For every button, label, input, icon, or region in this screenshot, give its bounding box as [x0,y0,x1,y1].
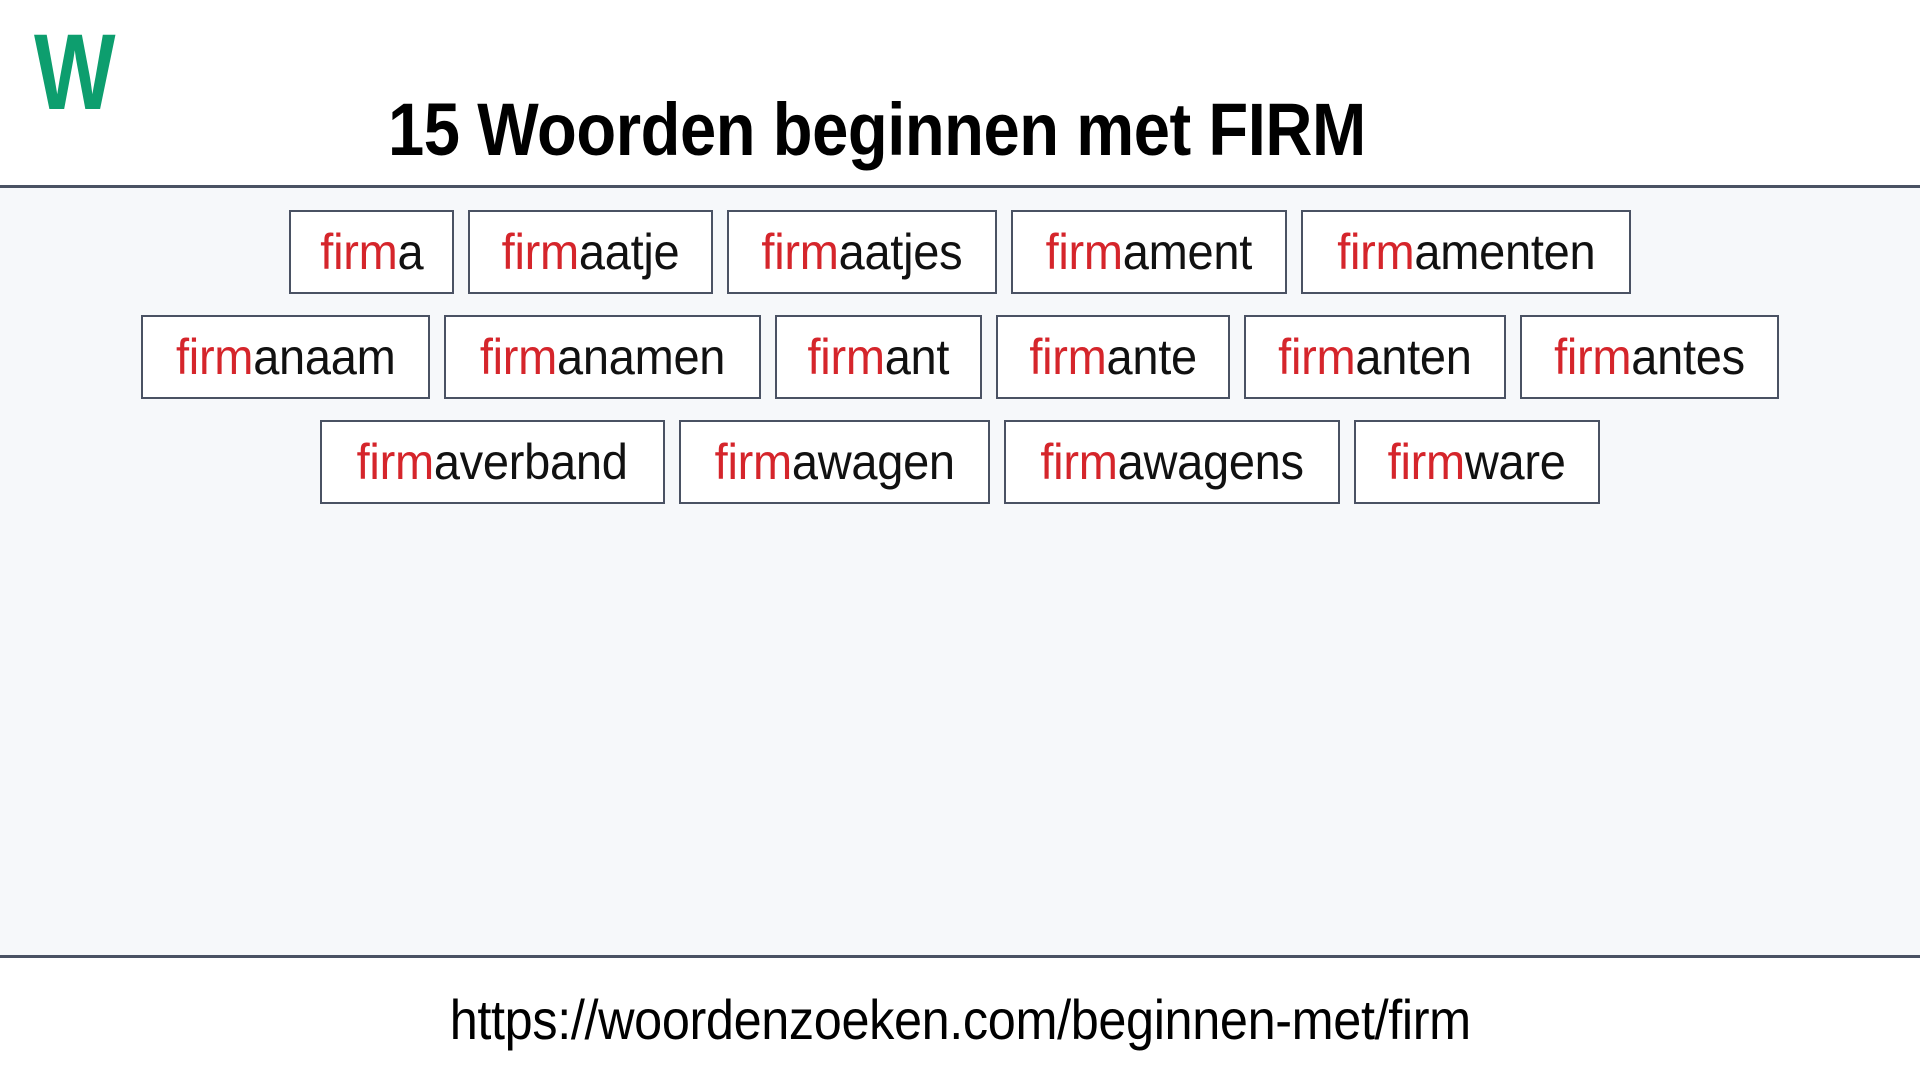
word-suffix: ant [885,329,950,385]
word-label: firmawagen [714,437,954,487]
word-box[interactable]: firmament [1011,210,1287,294]
word-suffix: a [397,224,424,280]
word-label: firmamenten [1337,227,1595,277]
word-prefix: firm [714,434,792,490]
word-suffix: ware [1465,434,1566,490]
word-label: firmawagens [1040,434,1305,490]
word-suffix: amenten [1414,224,1596,280]
word-prefix: firm [1387,434,1466,490]
word-box[interactable]: firmante [996,315,1231,399]
word-prefix: firm [807,329,886,385]
word-prefix: firm [357,434,435,490]
word-label: firma [320,227,423,277]
word-suffix: aatjes [838,224,963,280]
word-box[interactable]: firmanamen [444,315,762,399]
word-label: firmaverband [357,437,628,487]
word-suffix: ament [1122,224,1253,280]
word-box[interactable]: firmant [775,315,983,399]
word-label: firmanaam [175,329,396,385]
word-box[interactable]: firmamenten [1300,210,1632,294]
word-prefix: firm [1554,329,1632,385]
word-label: firmanamen [480,329,726,385]
word-label: firmaatjes [762,227,963,277]
word-suffix: awagen [791,434,955,490]
word-prefix: firm [501,224,580,280]
site-logo-w[interactable]: W [34,18,116,126]
word-suffix: anaam [253,329,396,385]
word-prefix: firm [1029,329,1107,385]
word-label: firmante [1030,332,1198,382]
source-url[interactable]: https://woordenzoeken.com/beginnen-met/f… [449,987,1470,1052]
word-row-2: firmanaam firmanamen firmant firmante firman… [0,315,1920,399]
word-box[interactable]: firmawagen [678,420,991,504]
word-label: firmantes [1554,332,1745,382]
word-row-1: firma firmaatje firmaatjes firmament firmame… [0,210,1920,294]
word-box[interactable]: firmawagens [1004,420,1341,504]
word-box[interactable]: firmantes [1520,315,1780,399]
word-suffix: antes [1631,329,1745,385]
word-suffix: aatje [579,224,680,280]
word-suffix: anten [1355,329,1472,385]
word-suffix: anamen [557,329,726,385]
word-suffix: ante [1106,329,1198,385]
page-title: 15 Woorden beginnen met FIRM [388,87,1366,171]
word-box[interactable]: firma [288,210,455,294]
word-box[interactable]: firmaatje [468,210,714,294]
word-prefix: firm [1336,224,1415,280]
word-list-area: firma firmaatje firmaatjes firmament firmame… [0,188,1920,958]
word-prefix: firm [1040,434,1118,490]
word-suffix: averband [434,434,628,490]
word-prefix: firm [1278,329,1356,385]
word-label: firmament [1045,224,1253,280]
word-box[interactable]: firmaverband [320,420,665,504]
word-box[interactable]: firmaatjes [727,210,998,294]
word-prefix: firm [1045,224,1123,280]
word-label: firmware [1388,437,1566,487]
word-prefix: firm [319,224,398,280]
word-row-3: firmaverband firmawagen firmawagens firmwar… [0,420,1920,504]
word-label: firmant [808,332,950,382]
word-prefix: firm [761,224,839,280]
word-box[interactable]: firmanten [1244,315,1507,399]
word-label: firmaatje [502,227,680,277]
word-box[interactable]: firmanaam [140,315,431,399]
word-suffix: awagens [1117,434,1304,490]
page-root: W 15 Woorden beginnen met FIRM firma firm… [0,0,1920,1080]
word-box[interactable]: firmware [1354,420,1600,504]
word-label: firmanten [1278,329,1473,385]
page-footer: https://woordenzoeken.com/beginnen-met/f… [0,958,1920,1080]
page-header: W 15 Woorden beginnen met FIRM [0,0,1920,188]
word-prefix: firm [480,329,558,385]
word-prefix: firm [175,329,254,385]
